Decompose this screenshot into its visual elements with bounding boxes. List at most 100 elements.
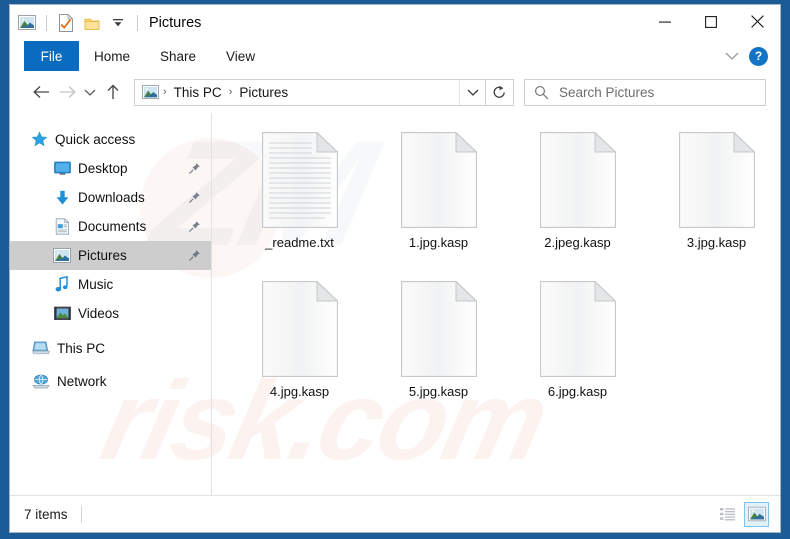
file-list-view[interactable]: _readme.txt 1.jpg.kasp 2.jpeg.kasp 3.jpg…: [212, 113, 780, 495]
search-placeholder: Search Pictures: [559, 84, 655, 100]
breadcrumb-separator-2[interactable]: ›: [225, 86, 237, 98]
breadcrumb-root-icon: [142, 84, 159, 100]
ribbon-right-controls: ?: [721, 41, 780, 71]
sidebar-item-downloads[interactable]: Downloads: [10, 183, 211, 212]
file-name-label: 3.jpg.kasp: [686, 235, 747, 250]
properties-icon[interactable]: [55, 12, 77, 34]
search-icon: [534, 85, 549, 100]
tab-share[interactable]: Share: [145, 41, 211, 71]
minimize-button[interactable]: [642, 5, 688, 38]
details-view-button[interactable]: [715, 502, 740, 527]
sidebar-item-label: This PC: [57, 341, 106, 356]
sidebar-item-label: Music: [78, 277, 114, 292]
refresh-button[interactable]: [486, 78, 514, 106]
pin-icon[interactable]: [187, 220, 201, 234]
quick-access-toolbar: [10, 12, 142, 34]
maximize-button[interactable]: [688, 5, 734, 38]
sidebar-item-pictures[interactable]: Pictures: [10, 241, 211, 270]
sidebar-item-label: Documents: [78, 219, 147, 234]
pin-icon[interactable]: [187, 162, 201, 176]
toolbar-divider: [46, 15, 47, 31]
download-icon: [53, 189, 71, 207]
pictures-folder-icon[interactable]: [16, 12, 38, 34]
file-item[interactable]: 1.jpg.kasp: [369, 125, 508, 270]
sidebar-item-network[interactable]: Network: [10, 367, 211, 396]
star-icon: [30, 131, 48, 149]
blank-file-icon: [400, 281, 477, 377]
file-item[interactable]: 6.jpg.kasp: [508, 274, 647, 419]
file-name-label: 6.jpg.kasp: [547, 384, 608, 399]
title-bar: Pictures: [10, 5, 780, 41]
desktop-icon: [53, 160, 71, 178]
up-button[interactable]: [100, 79, 126, 105]
videos-icon: [53, 305, 71, 323]
sidebar-item-videos[interactable]: Videos: [10, 299, 211, 328]
blank-file-icon: [678, 132, 755, 228]
address-bar: › This PC › Pictures Search Pictures: [10, 71, 780, 113]
breadcrumb-pictures[interactable]: Pictures: [236, 85, 291, 100]
item-count-label: 7 items: [24, 506, 68, 522]
blank-file-icon: [539, 281, 616, 377]
close-button[interactable]: [734, 5, 780, 38]
help-button[interactable]: ?: [749, 46, 768, 66]
ribbon-tab-bar: File Home Share View ?: [10, 41, 780, 71]
tab-view[interactable]: View: [211, 41, 270, 71]
navigation-pane: Quick access Desktop Downloads Documents…: [10, 113, 212, 495]
blank-file-icon: [539, 132, 616, 228]
file-item[interactable]: 5.jpg.kasp: [369, 274, 508, 419]
file-item[interactable]: _readme.txt: [230, 125, 369, 270]
window-controls: [642, 5, 780, 41]
text-file-icon: [261, 132, 338, 228]
sidebar-item-label: Desktop: [78, 161, 128, 176]
pictures-icon: [53, 247, 71, 265]
breadcrumb-bar[interactable]: › This PC › Pictures: [134, 78, 486, 106]
customize-dropdown-icon[interactable]: [107, 12, 129, 34]
file-item[interactable]: 3.jpg.kasp: [647, 125, 780, 270]
sidebar-item-label: Pictures: [78, 248, 127, 263]
blank-file-icon: [400, 132, 477, 228]
sidebar-item-label: Videos: [78, 306, 120, 321]
pin-icon[interactable]: [187, 191, 201, 205]
status-bar: 7 items: [10, 495, 780, 532]
status-divider: [80, 505, 82, 523]
view-mode-buttons: [715, 501, 769, 527]
file-name-label: 2.jpeg.kasp: [544, 235, 611, 250]
this-pc-icon: [32, 340, 50, 358]
work-area: ZM risk.com Quick access: [10, 109, 780, 495]
pin-icon[interactable]: [187, 249, 201, 263]
file-name-label: 4.jpg.kasp: [269, 384, 330, 399]
sidebar-item-label: Network: [57, 374, 107, 389]
tab-home[interactable]: Home: [79, 41, 145, 71]
file-item[interactable]: 4.jpg.kasp: [230, 274, 369, 419]
documents-icon: [53, 218, 71, 236]
search-box[interactable]: Search Pictures: [524, 78, 766, 106]
file-grid: _readme.txt 1.jpg.kasp 2.jpeg.kasp 3.jpg…: [230, 125, 780, 419]
file-item[interactable]: 2.jpeg.kasp: [508, 125, 647, 270]
file-name-label: 1.jpg.kasp: [408, 235, 469, 250]
breadcrumb-dropdown-icon[interactable]: [459, 79, 485, 105]
recent-locations-button[interactable]: [80, 79, 100, 105]
file-name-label: 5.jpg.kasp: [408, 384, 469, 399]
toolbar-divider-2: [137, 15, 138, 31]
sidebar-item-music[interactable]: Music: [10, 270, 211, 299]
sidebar-item-label: Downloads: [78, 190, 145, 205]
breadcrumb-separator-1[interactable]: ›: [159, 86, 171, 98]
back-button[interactable]: [28, 79, 54, 105]
tab-file[interactable]: File: [24, 41, 79, 71]
chevron-down-icon[interactable]: [721, 45, 743, 67]
forward-button[interactable]: [54, 79, 80, 105]
file-explorer-window: Pictures File Home Share View ? › This P…: [9, 4, 781, 533]
sidebar-item-quick-access[interactable]: Quick access: [10, 125, 211, 154]
new-folder-icon[interactable]: [81, 12, 103, 34]
network-icon: [32, 373, 50, 391]
window-title: Pictures: [149, 15, 202, 31]
sidebar-item-documents[interactable]: Documents: [10, 212, 211, 241]
breadcrumb-this-pc[interactable]: This PC: [171, 85, 225, 100]
file-name-label: _readme.txt: [265, 235, 334, 250]
large-icons-view-button[interactable]: [744, 501, 769, 527]
blank-file-icon: [261, 281, 338, 377]
sidebar-item-desktop[interactable]: Desktop: [10, 154, 211, 183]
sidebar-item-this-pc[interactable]: This PC: [10, 334, 211, 363]
music-icon: [53, 276, 71, 294]
sidebar-item-label: Quick access: [55, 132, 136, 147]
